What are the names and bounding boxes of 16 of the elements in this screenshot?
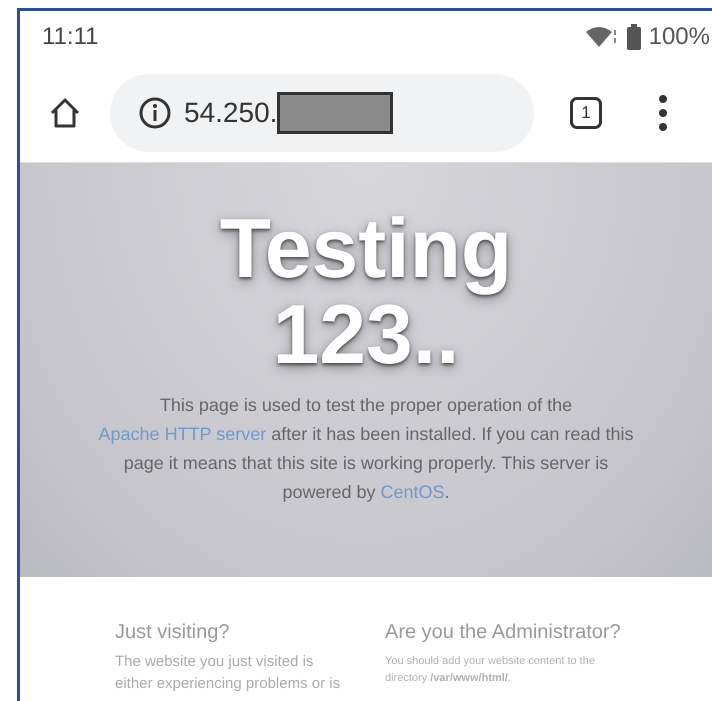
battery-icon [626,24,641,50]
wifi-icon [584,26,619,48]
intro-paragraph: This page is used to test the proper operation of the Apache HTTP server after it has been installed. If you can read this page it means that this site is working properly. This server is powered by CentOS. [98,394,634,504]
page-title: 123.. [272,291,460,377]
battery-percent: 100% [648,22,710,52]
section-heading: Just visiting? [115,620,230,645]
section-text: The website you just visited is either experiencing problems or is [115,652,342,694]
section-text: You should add your website content to the directory /var/www/html/. [385,654,596,686]
url-text: 54.250. [184,96,278,130]
tab-switcher-button[interactable]: 1 [570,96,602,128]
status-time: 11:11 [42,22,98,52]
home-icon[interactable] [48,96,82,130]
address-bar[interactable]: 54.250. [110,74,534,152]
menu-icon[interactable] [658,94,668,132]
section-heading: Are you the Administrator? [385,620,622,645]
info-icon[interactable] [138,96,172,130]
